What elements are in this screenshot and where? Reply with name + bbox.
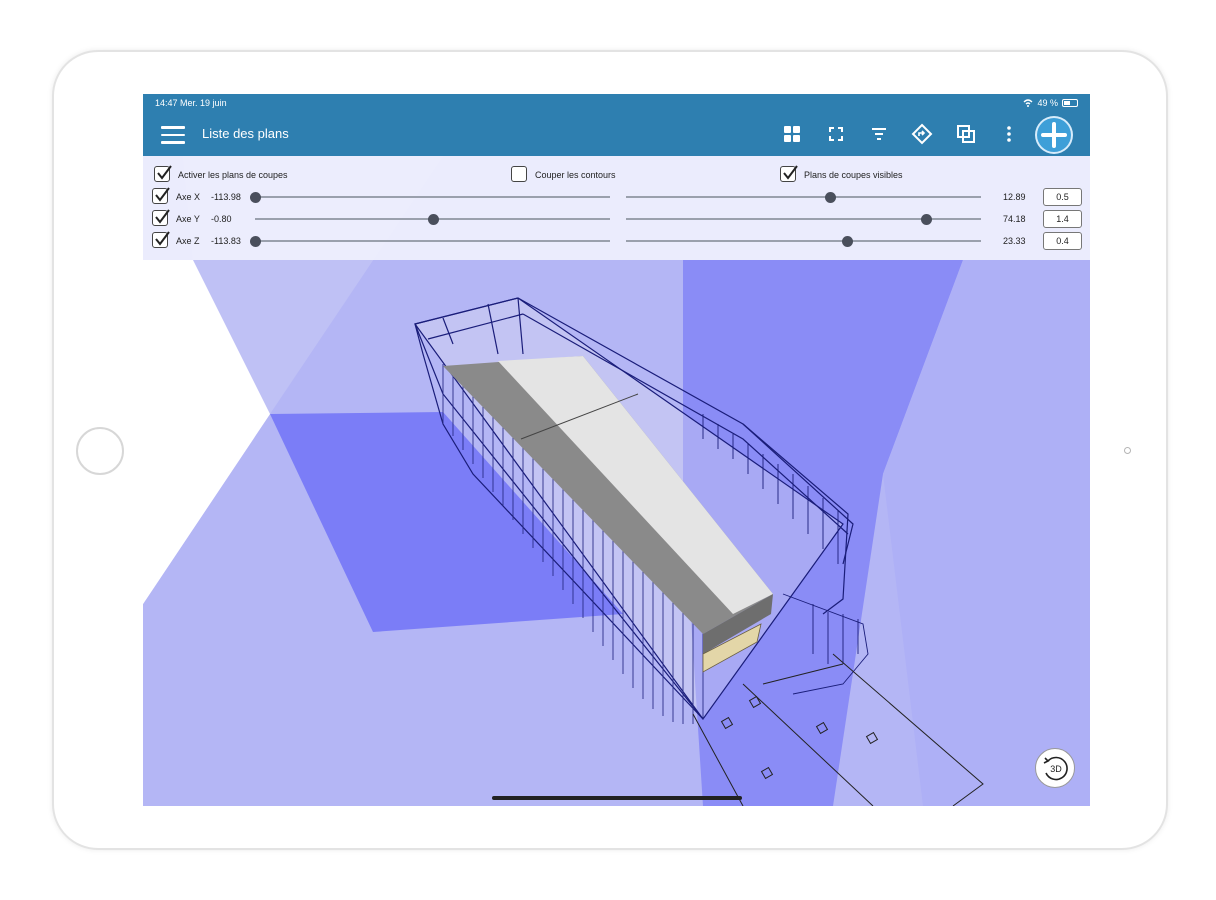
rotate-3d-icon: 3D [1043, 756, 1068, 781]
rotate-3d-label: 3D [1050, 764, 1062, 774]
copy-icon[interactable] [955, 123, 977, 145]
axis-y-min-thumb[interactable] [428, 214, 439, 225]
axis-z-max-value: 23.33 [1003, 236, 1026, 246]
status-bar: 14:47 Mer. 19 juin 49 % [143, 94, 1090, 112]
add-icon [1037, 118, 1071, 152]
app-toolbar: Liste des plans [143, 112, 1090, 156]
page-title: Liste des plans [202, 126, 289, 141]
home-indicator[interactable] [492, 796, 742, 800]
check-icon [157, 165, 172, 180]
filter-icon[interactable] [868, 123, 890, 145]
axis-x-max-value: 12.89 [1003, 192, 1026, 202]
axis-y-max-value: 74.18 [1003, 214, 1026, 224]
visible-planes-checkbox[interactable] [780, 165, 798, 182]
axis-z-checkbox[interactable] [152, 231, 170, 248]
navigate-icon[interactable] [911, 123, 933, 145]
axis-x-checkbox[interactable] [152, 187, 170, 204]
axis-y-checkbox[interactable] [152, 209, 170, 226]
status-time: 14:47 [155, 98, 178, 108]
status-right-group: 49 % [1023, 94, 1078, 112]
axis-x-min-value: -113.98 [211, 192, 241, 202]
axis-y-min-value: -0.80 [211, 214, 232, 224]
visible-planes-label: Plans de coupes visibles [804, 170, 903, 180]
home-button[interactable] [76, 427, 124, 475]
more-vertical-icon[interactable] [998, 123, 1020, 145]
add-button[interactable] [1035, 116, 1073, 154]
axis-x-label: Axe X [176, 192, 201, 202]
fullscreen-icon[interactable] [825, 123, 847, 145]
menu-icon[interactable] [161, 126, 185, 144]
axis-x-step-input[interactable]: 0.5 [1043, 188, 1082, 206]
status-date: Mer. 19 juin [180, 98, 227, 108]
axis-x-min-slider[interactable] [255, 196, 610, 198]
check-icon [155, 209, 170, 224]
axis-z-step-input[interactable]: 0.4 [1043, 232, 1082, 250]
cut-contours-label: Couper les contours [535, 170, 616, 180]
axis-z-min-slider[interactable] [255, 240, 610, 242]
section-planes-panel: Activer les plans de coupes Couper les c… [143, 156, 1090, 260]
axis-x-max-slider[interactable] [626, 196, 981, 198]
axis-z-min-value: -113.83 [211, 236, 241, 246]
app-screen: 14:47 Mer. 19 juin 49 % Liste des plans … [143, 94, 1090, 806]
camera-dot [1124, 447, 1131, 454]
axis-y-max-thumb[interactable] [921, 214, 932, 225]
axis-y-label: Axe Y [176, 214, 200, 224]
axis-z-max-thumb[interactable] [842, 236, 853, 247]
check-icon [783, 165, 798, 180]
wifi-icon [1024, 99, 1033, 107]
axis-z-max-slider[interactable] [626, 240, 981, 242]
axis-x-min-thumb[interactable] [250, 192, 261, 203]
battery-percent: 49 % [1037, 98, 1058, 108]
activate-planes-checkbox[interactable] [154, 165, 172, 182]
axis-z-min-thumb[interactable] [250, 236, 261, 247]
status-time-date: 14:47 Mer. 19 juin [155, 94, 227, 112]
check-icon [155, 187, 170, 202]
rotate-3d-button[interactable]: 3D [1035, 748, 1075, 788]
grid-icon[interactable] [781, 123, 803, 145]
check-icon [155, 231, 170, 246]
axis-x-max-thumb[interactable] [825, 192, 836, 203]
battery-icon [1062, 99, 1078, 107]
cut-contours-checkbox[interactable] [511, 166, 527, 182]
axis-z-label: Axe Z [176, 236, 200, 246]
axis-y-step-input[interactable]: 1.4 [1043, 210, 1082, 228]
activate-planes-label: Activer les plans de coupes [178, 170, 288, 180]
